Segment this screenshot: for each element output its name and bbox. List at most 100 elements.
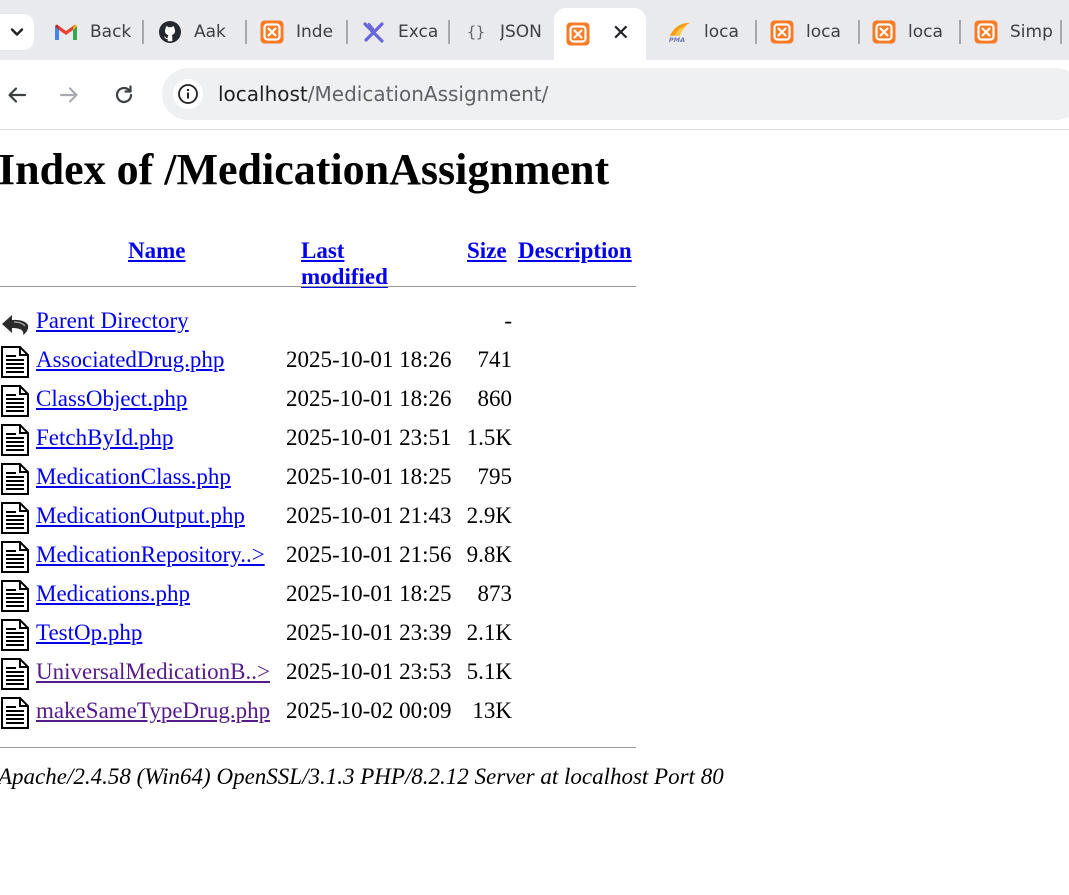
file-row: makeSameTypeDrug.php 2025-10-02 00:09 13… [0,693,640,732]
url-path: /MedicationAssignment/ [307,82,549,106]
file-modified: 2025-10-02 00:09 [286,698,452,723]
xampp-icon [872,20,896,44]
file-row: FetchById.php 2025-10-01 23:51 1.5K [0,420,640,459]
file-size: 13K [472,698,512,723]
file-link[interactable]: ClassObject.php [36,386,187,412]
file-modified: 2025-10-01 21:56 [286,542,452,567]
file-link[interactable]: AssociatedDrug.php [36,347,224,373]
tab-simple[interactable]: Simp [962,10,1054,54]
xampp-icon [566,22,590,46]
tab-separator [346,20,348,44]
file-size: 741 [477,347,513,372]
site-info-icon[interactable] [173,79,203,109]
tab-label: loca [704,22,739,42]
file-link[interactable]: MedicationOutput.php [36,503,245,529]
tab-label: Simp [1010,22,1053,42]
file-link[interactable]: UniversalMedicationB..> [36,659,270,685]
page-content: Index of /MedicationAssignment Name Last… [0,130,1069,895]
tab-label: Inde [296,22,334,42]
file-row: MedicationClass.php 2025-10-01 18:25 795 [0,459,640,498]
file-link[interactable]: TestOp.php [36,620,142,646]
file-row: AssociatedDrug.php 2025-10-01 18:26 741 [0,342,640,381]
file-text-icon [1,346,29,378]
file-size: - [504,308,512,333]
close-tab-icon[interactable]: ✕ [612,23,630,45]
tab-separator [448,20,450,44]
file-text-icon [1,502,29,534]
file-link[interactable]: makeSameTypeDrug.php [36,698,270,724]
sort-by-size-link[interactable]: Size [467,238,507,263]
json-icon: {} [466,23,486,41]
column-header-description: Description [518,238,632,264]
column-header-last-modified: Last modified [301,238,388,290]
column-header-name: Name [128,238,185,264]
sort-by-description-link[interactable]: Description [518,238,632,263]
address-bar[interactable]: localhost/MedicationAssignment/ [162,68,1069,120]
github-icon [158,20,182,44]
file-size: 2.9K [466,503,512,528]
back-button[interactable] [2,80,32,110]
tab-phpmyadmin[interactable]: PMA loca [656,10,752,54]
file-size: 795 [477,464,513,489]
file-size: 860 [477,386,513,411]
tab-localhost-2[interactable]: loca [860,10,956,54]
url-host: localhost [218,82,308,106]
tab-separator [1060,20,1062,44]
tab-strip: Back Aak Inde Exca {} JSON ✕ PMA loca lo… [0,0,1069,60]
sort-by-name-link[interactable]: Name [128,238,185,263]
tab-active[interactable]: ✕ [554,8,646,60]
xampp-icon [770,20,794,44]
tab-separator [245,20,247,44]
file-size: 5.1K [466,659,512,684]
file-link[interactable]: Medications.php [36,581,190,607]
tab-label: loca [908,22,943,42]
tab-separator [959,20,961,44]
file-size: 9.8K [466,542,512,567]
file-modified: 2025-10-01 18:26 [286,386,452,411]
tab-excalidraw[interactable]: Exca [350,10,446,54]
file-size: 1.5K [466,425,512,450]
file-modified: 2025-10-01 18:26 [286,347,452,372]
excalidraw-icon [362,20,386,44]
divider [0,286,636,287]
file-link[interactable]: FetchById.php [36,425,173,451]
parent-directory-link[interactable]: Parent Directory [36,308,189,334]
file-link[interactable]: MedicationRepository..> [36,542,265,568]
file-text-icon [1,580,29,612]
tab-github[interactable]: Aak [146,10,242,54]
reload-button[interactable] [109,80,139,110]
divider [0,747,636,748]
tab-gmail[interactable]: Back [42,10,138,54]
arrow-left-icon [8,87,27,103]
server-signature: Apache/2.4.58 (Win64) OpenSSL/3.1.3 PHP/… [0,764,724,789]
tab-label: JSON [500,22,542,42]
svg-text:PMA: PMA [669,36,685,44]
file-text-icon [1,463,29,495]
file-row: Medications.php 2025-10-01 18:25 873 [0,576,640,615]
file-modified: 2025-10-01 18:25 [286,581,452,606]
xampp-icon [260,20,284,44]
file-link[interactable]: MedicationClass.php [36,464,231,490]
xampp-icon [974,20,998,44]
tab-search-button[interactable] [0,14,34,50]
tab-xampp-index[interactable]: Inde [248,10,344,54]
file-row: MedicationOutput.php 2025-10-01 21:43 2.… [0,498,640,537]
gmail-icon [54,20,78,44]
file-modified: 2025-10-01 23:53 [286,659,452,684]
browser-toolbar: localhost/MedicationAssignment/ [0,60,1069,130]
file-row: MedicationRepository..> 2025-10-01 21:56… [0,537,640,576]
file-text-icon [1,658,29,690]
tab-localhost-1[interactable]: loca [758,10,854,54]
file-modified: 2025-10-01 23:39 [286,620,452,645]
tab-label: Back [90,22,132,42]
sort-by-last-modified-link[interactable]: Last modified [301,238,388,289]
tab-label: loca [806,22,841,42]
file-size: 873 [477,581,513,606]
forward-button[interactable] [54,80,84,110]
tab-json[interactable]: {} JSON [452,10,548,54]
back-arrow-icon [2,315,29,335]
file-text-icon [1,424,29,456]
tab-separator [142,20,144,44]
file-text-icon [1,619,29,651]
url-text: localhost/MedicationAssignment/ [218,82,548,106]
